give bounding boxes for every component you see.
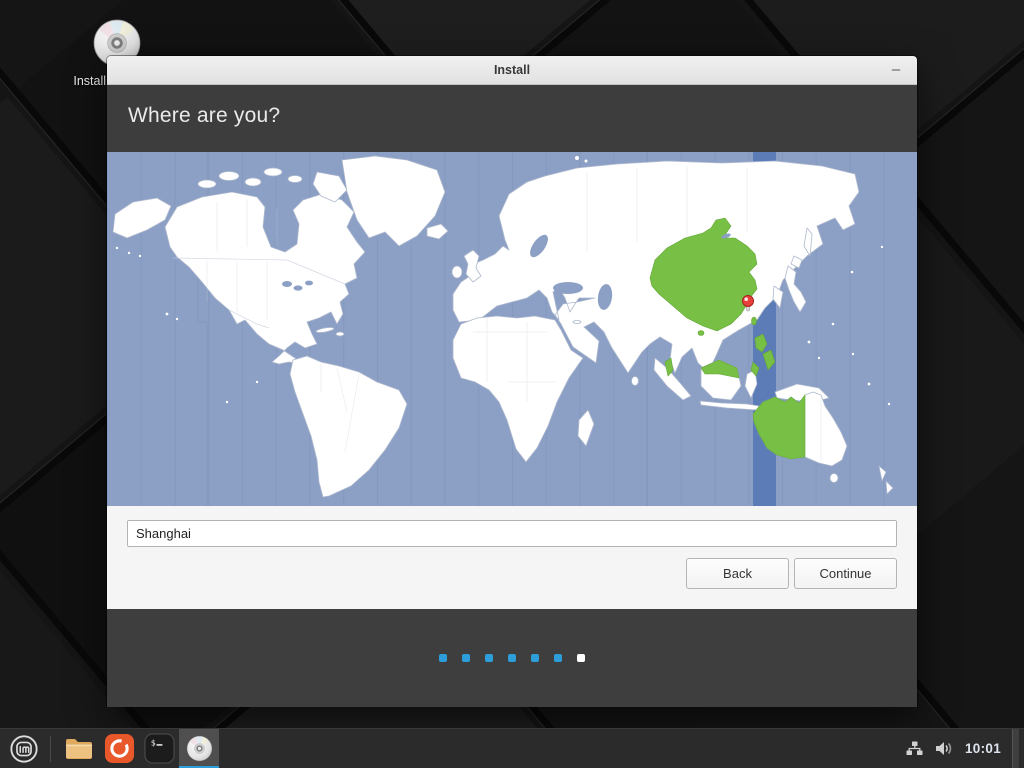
menu-button[interactable]	[0, 729, 48, 768]
progress-dot	[462, 654, 470, 662]
terminal-icon: $	[143, 733, 175, 764]
progress-dots	[432, 654, 593, 662]
folder-icon	[66, 739, 92, 759]
svg-text:$: $	[150, 738, 155, 748]
progress-dot	[531, 654, 539, 662]
minimize-button[interactable]: –	[885, 56, 907, 83]
desktop-icon-label: Install	[73, 74, 106, 88]
taskbar: $ 10:01	[0, 728, 1024, 768]
firefox-icon	[104, 733, 134, 764]
continue-button[interactable]: Continue	[794, 558, 897, 589]
progress-dot	[439, 654, 447, 662]
progress-dot	[485, 654, 493, 662]
taskbar-separator	[50, 735, 51, 762]
cd-disc-icon	[186, 735, 213, 762]
progress-dot	[508, 654, 516, 662]
form-area: Back Continue	[107, 506, 917, 609]
timezone-input[interactable]	[127, 520, 897, 547]
page-title: Where are you?	[128, 104, 281, 127]
taskbar-installer-icon[interactable]	[179, 728, 219, 768]
taskbar-files-icon[interactable]	[59, 729, 99, 768]
taskbar-firefox-icon[interactable]	[99, 729, 139, 768]
taskbar-terminal-icon[interactable]: $	[139, 729, 179, 768]
show-desktop-button[interactable]	[1012, 728, 1019, 768]
network-icon[interactable]	[906, 741, 923, 756]
system-tray: 10:01	[906, 728, 1024, 768]
volume-icon[interactable]	[934, 740, 954, 757]
installer-window: Install – Where are you? Shanghai Back C…	[107, 56, 917, 707]
desktop: Install Install – Where are you? Shangha…	[0, 0, 1024, 768]
page-header: Where are you?	[107, 85, 917, 152]
progress-dot	[554, 654, 562, 662]
window-titlebar[interactable]: Install –	[107, 56, 917, 85]
window-title: Install	[493, 63, 531, 77]
wizard-footer	[107, 609, 917, 707]
progress-dot	[577, 654, 585, 662]
clock[interactable]: 10:01	[965, 741, 1001, 756]
timezone-map[interactable]	[107, 152, 917, 506]
mint-logo-icon	[10, 734, 38, 763]
back-button[interactable]: Back	[686, 558, 789, 589]
